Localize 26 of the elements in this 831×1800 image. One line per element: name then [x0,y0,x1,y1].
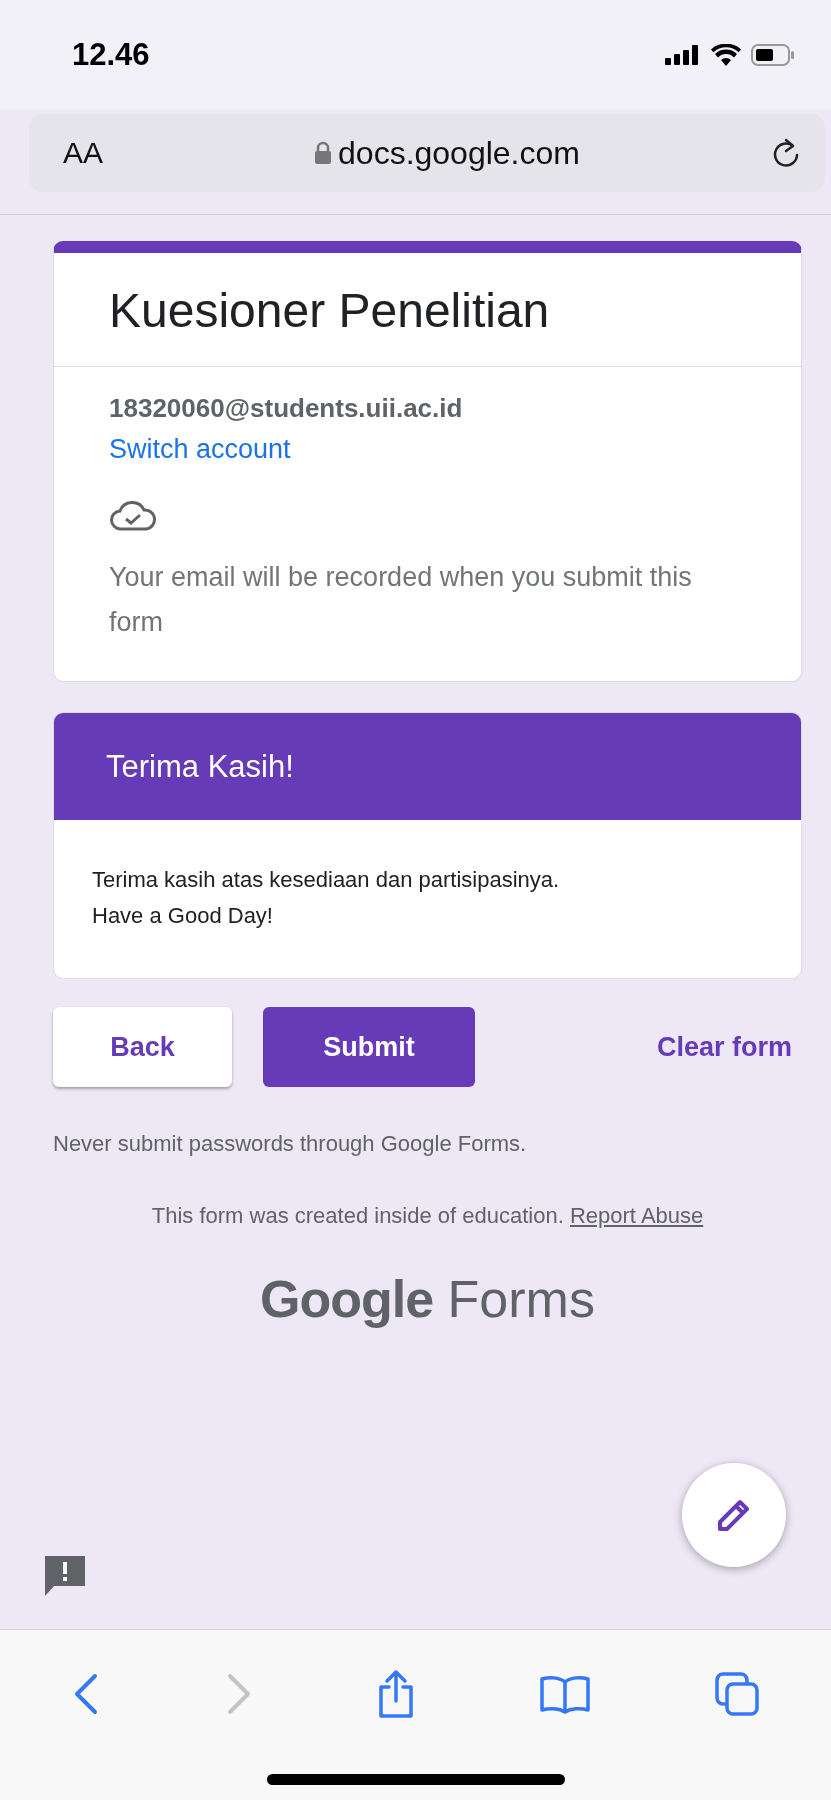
google-forms-logo: Google Forms [260,1269,595,1329]
signal-icon [665,45,701,65]
cloud-check-icon [109,501,157,533]
submit-button[interactable]: Submit [263,1007,475,1087]
created-note: This form was created inside of education. [151,1203,564,1228]
reload-icon[interactable] [771,137,801,169]
lock-icon [314,141,333,165]
email-notice: Your email will be recorded when you submit this form [109,561,693,639]
bookmarks-icon[interactable] [539,1674,592,1714]
report-abuse-link[interactable]: Report Abuse [569,1203,704,1228]
address-bar[interactable]: AA docs.google.com [29,114,825,192]
battery-icon [751,44,795,66]
password-warning: Never submit passwords through Google Forms. [53,1131,528,1157]
section-description: Terima kasih atas kesediaan dan partisipasinya. Have a Good Day! [91,866,561,930]
clear-form-button[interactable]: Clear form [646,1007,802,1087]
wifi-icon [711,44,741,66]
text-size-button[interactable]: AA [63,136,123,170]
section-title: Terima Kasih! [106,748,294,785]
back-button[interactable]: Back [53,1007,232,1087]
switch-account-link[interactable]: Switch account [109,434,746,465]
edit-button[interactable] [682,1463,786,1567]
status-time: 12.46 [72,37,150,73]
tabs-icon[interactable] [713,1671,760,1717]
form-title: Kuesioner Penelitian [54,253,801,367]
url-text: docs.google.com [338,134,580,172]
account-email: 18320060@students.uii.ac.id [109,393,464,424]
